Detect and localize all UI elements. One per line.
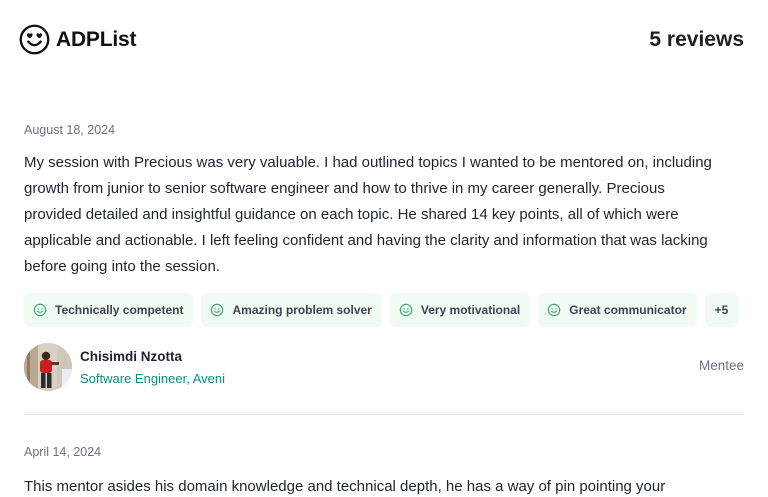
reviewer-photo [24,343,72,391]
heart-eyes-logo-icon [19,24,50,55]
review-card: August 18, 2024 My session with Precious… [24,122,744,391]
reviewer-name[interactable]: Chisimdi Nzotta [80,349,182,364]
smile-icon [547,303,561,317]
tag-label: Amazing problem solver [232,303,372,317]
reviewer-type-label: Mentee [698,358,744,373]
review-tags: Technically competent Amazing problem so… [24,293,739,327]
tag-technically-competent[interactable]: Technically competent [24,293,194,327]
review-text: This mentor asides his domain knowledge … [24,478,666,495]
tag-label: Very motivational [420,303,521,317]
reviewer-info: Chisimdi Nzotta Software Engineer, Aveni… [24,343,744,391]
avatar[interactable] [24,343,72,391]
smile-icon [211,303,224,317]
tag-amazing-problem-solver[interactable]: Amazing problem solver [201,293,382,327]
brand-name: ADPList [56,27,137,51]
review-count: 5 reviews [649,28,744,51]
tag-great-communicator[interactable]: Great communicator [538,293,697,327]
reviewer-role: Software Engineer, Aveni [80,371,226,386]
page-header: ADPList 5 reviews [0,0,768,80]
brand-logo[interactable]: ADPList [19,24,136,55]
review-date: August 18, 2024 [24,123,116,137]
review-divider [24,414,744,415]
tag-label: Great communicator [569,303,687,317]
review-card: April 14, 2024 This mentor asides his do… [24,444,744,497]
smile-icon [33,303,47,317]
smile-icon [399,303,413,317]
more-tags-button[interactable]: +5 [704,293,739,327]
review-date: April 14, 2024 [24,445,102,459]
review-text: My session with Precious was very valuab… [24,154,712,275]
tag-very-motivational[interactable]: Very motivational [389,293,531,327]
tag-label: Technically competent [55,303,184,317]
